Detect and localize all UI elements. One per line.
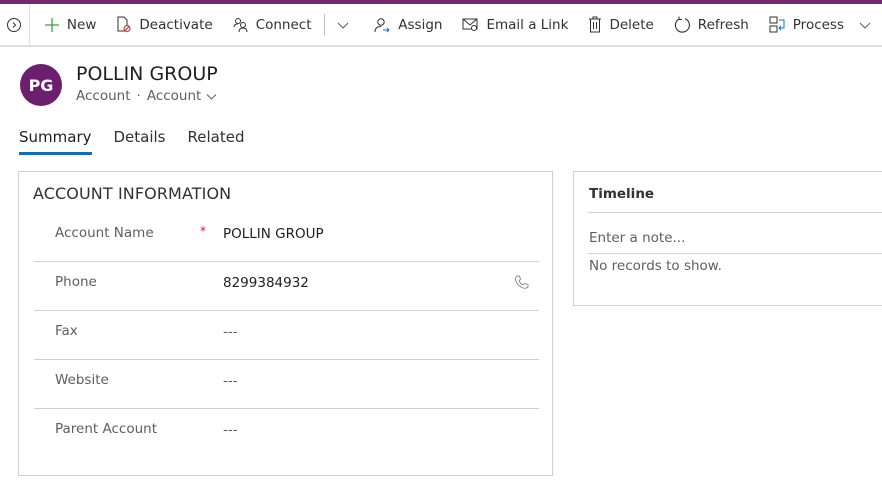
refresh-label: Refresh bbox=[697, 16, 749, 33]
field-label: Account Name bbox=[55, 225, 154, 241]
refresh-button[interactable]: Refresh bbox=[664, 4, 759, 45]
new-label: New bbox=[66, 16, 97, 33]
connect-icon bbox=[233, 17, 248, 32]
connect-label: Connect bbox=[255, 16, 312, 33]
process-button[interactable]: Process bbox=[759, 4, 854, 45]
record-subtitle: Account · Account bbox=[76, 88, 218, 104]
delete-button[interactable]: Delete bbox=[578, 4, 663, 45]
process-label: Process bbox=[792, 16, 844, 33]
email-link-button[interactable]: Email a Link bbox=[452, 4, 578, 45]
field-label: Phone bbox=[55, 274, 97, 290]
divider bbox=[588, 212, 882, 213]
record-title: POLLIN GROUP bbox=[76, 63, 218, 85]
field-label: Fax bbox=[55, 323, 78, 339]
form-selector[interactable]: Account bbox=[147, 88, 202, 104]
divider bbox=[588, 253, 882, 254]
chevron-circle-right-icon bbox=[7, 17, 22, 32]
plus-icon bbox=[44, 17, 59, 32]
phone-input[interactable]: 8299384932 bbox=[223, 275, 309, 291]
fax-input[interactable]: --- bbox=[223, 324, 238, 340]
parent-account-input[interactable]: --- bbox=[223, 422, 238, 438]
timeline-title: Timeline bbox=[589, 186, 655, 202]
deactivate-label: Deactivate bbox=[139, 16, 213, 33]
account-name-input[interactable]: POLLIN GROUP bbox=[223, 226, 324, 242]
account-information-section: ACCOUNT INFORMATION Account Name * POLLI… bbox=[18, 171, 553, 476]
note-input[interactable]: Enter a note... bbox=[589, 230, 685, 246]
delete-icon bbox=[589, 16, 602, 33]
form-tabs: Summary Details Related bbox=[19, 128, 266, 155]
tab-details[interactable]: Details bbox=[114, 128, 166, 155]
section-title: ACCOUNT INFORMATION bbox=[33, 184, 232, 203]
deactivate-icon bbox=[117, 16, 131, 33]
avatar: PG bbox=[20, 64, 62, 106]
email-link-label: Email a Link bbox=[486, 16, 569, 33]
field-parent-account: Parent Account --- bbox=[34, 408, 539, 457]
field-label: Website bbox=[55, 372, 109, 388]
deactivate-button[interactable]: Deactivate bbox=[106, 4, 222, 45]
field-account-name: Account Name * POLLIN GROUP bbox=[34, 212, 539, 262]
connect-more-button[interactable] bbox=[326, 4, 360, 45]
phone-icon[interactable] bbox=[514, 275, 529, 290]
subtitle-separator: · bbox=[136, 88, 141, 104]
website-input[interactable]: --- bbox=[223, 373, 238, 389]
field-website: Website --- bbox=[34, 359, 539, 409]
refresh-icon bbox=[674, 16, 690, 33]
record-header: PG POLLIN GROUP Account · Account bbox=[20, 62, 218, 106]
field-label: Parent Account bbox=[55, 421, 158, 437]
chevron-down-icon bbox=[337, 22, 349, 29]
assign-icon bbox=[374, 17, 390, 32]
tab-related[interactable]: Related bbox=[188, 128, 245, 155]
required-indicator: * bbox=[200, 224, 206, 238]
entity-name: Account bbox=[76, 88, 131, 104]
process-more-button[interactable] bbox=[854, 4, 882, 45]
new-button[interactable]: New bbox=[30, 4, 106, 45]
email-link-icon bbox=[462, 18, 478, 31]
tab-summary[interactable]: Summary bbox=[19, 128, 92, 155]
assign-button[interactable]: Assign bbox=[360, 4, 452, 45]
chevron-down-icon[interactable] bbox=[206, 91, 217, 102]
empty-state-text: No records to show. bbox=[589, 258, 722, 274]
timeline-section: Timeline Enter a note... No records to s… bbox=[573, 171, 882, 306]
field-phone: Phone 8299384932 bbox=[34, 261, 539, 311]
command-bar: New Deactivate Connect Assign Email a Li… bbox=[0, 4, 882, 47]
separator bbox=[323, 13, 325, 36]
assign-label: Assign bbox=[398, 16, 443, 33]
delete-label: Delete bbox=[609, 16, 654, 33]
chevron-down-icon bbox=[859, 22, 871, 29]
process-icon bbox=[769, 16, 785, 33]
field-fax: Fax --- bbox=[34, 310, 539, 360]
connect-button[interactable]: Connect bbox=[223, 4, 322, 45]
expand-nav-button[interactable] bbox=[0, 4, 30, 45]
